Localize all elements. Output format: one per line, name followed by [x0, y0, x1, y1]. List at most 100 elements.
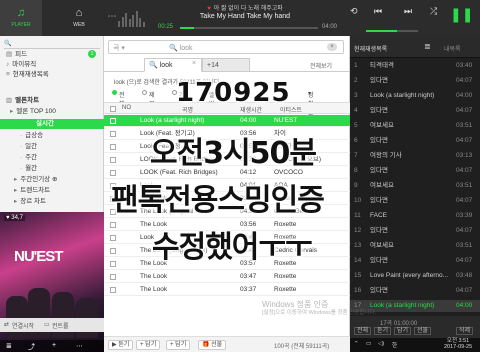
gift-button[interactable]: 🎁 선물	[198, 340, 227, 350]
song-artist[interactable]: NU'EST	[274, 115, 344, 127]
sidebar-item-trend[interactable]: ▸ 트렌드차트	[14, 186, 50, 195]
table-row[interactable]: The Look 03:37 Roxette	[104, 284, 350, 296]
playlist-item-title[interactable]: 있다면	[370, 195, 450, 207]
playlist-delete-button[interactable]: 삭제	[456, 327, 474, 335]
filter-title[interactable]: 제목	[142, 90, 155, 108]
next-icon[interactable]: ⏭	[404, 6, 412, 17]
volume-slider[interactable]	[366, 30, 418, 32]
tray-arrow-icon[interactable]: ⌃	[354, 341, 359, 347]
playlist-item[interactable]: 2 있다면 04:07	[350, 75, 480, 87]
playlist-item[interactable]: 13 여보세요 03:51	[350, 240, 480, 252]
col-no[interactable]: NO	[122, 105, 131, 111]
sidebar-item-weekly[interactable]: · 주간	[20, 153, 37, 162]
sidebar-item-mymusic[interactable]: ♪ 마이뮤직	[6, 60, 36, 69]
playlist-item-title[interactable]: 있다면	[370, 225, 450, 237]
filter-all[interactable]: 전체	[112, 90, 125, 108]
row-checkbox[interactable]	[110, 287, 116, 293]
ime-icon[interactable]: 한	[392, 341, 397, 349]
playlist-item[interactable]: 4 있다면 04:07	[350, 105, 480, 117]
clear-search-icon[interactable]: ×	[327, 43, 337, 51]
song-title[interactable]: The Look	[140, 284, 236, 296]
playlist-item-title[interactable]: 티격태격	[370, 60, 450, 72]
search-input[interactable]: 🔍 look	[169, 44, 193, 52]
playlist-item-title[interactable]: FACE	[370, 210, 450, 222]
sidebar-item-daily[interactable]: · 일간	[20, 142, 37, 151]
sidebar-item-weekly-popular[interactable]: ▸ 주간인기상 ⊕	[14, 175, 57, 184]
row-checkbox[interactable]	[110, 118, 116, 124]
search-scope-select[interactable]: 곡 ▾	[113, 43, 125, 53]
table-row[interactable]: Look (a starlight night) 04:00 NU'EST	[104, 115, 350, 127]
playlist-gift-button[interactable]: 선물	[414, 327, 432, 335]
row-checkbox[interactable]	[110, 157, 116, 163]
select-all-checkbox[interactable]	[110, 106, 116, 112]
playlist-item[interactable]: 11 FACE 03:39	[350, 210, 480, 222]
tab-now-playing[interactable]: 현재재생목록	[354, 44, 387, 53]
lyrics-icon[interactable]: ≣	[6, 342, 12, 350]
playlist-item[interactable]: 6 있다면 04:07	[350, 135, 480, 147]
list-view-icon[interactable]: ≣	[424, 42, 431, 51]
playlist-item-title[interactable]: 여왕의 기사	[370, 150, 450, 162]
sidebar-item-monthly[interactable]: · 월간	[20, 164, 37, 173]
sidebar-search[interactable]: 🔍	[4, 40, 100, 49]
sidebar-item-chart[interactable]: ▥ 멜론차트	[6, 96, 39, 105]
web-mode-button[interactable]: ⌂ WEB	[58, 0, 100, 36]
sidebar-item-realtime[interactable]: 실시간	[0, 119, 104, 129]
playlist-select-all-button[interactable]: 전체	[354, 327, 372, 335]
row-checkbox[interactable]	[110, 274, 116, 280]
playlist-item-title[interactable]: Look (a starlight night)	[370, 90, 450, 102]
playlist-item[interactable]: 15 Love Paint (every afterno... 03:48	[350, 270, 480, 282]
row-checkbox[interactable]	[110, 248, 116, 254]
playlist-item[interactable]: 12 있다면 04:07	[350, 225, 480, 237]
heart-icon[interactable]: ♥	[207, 6, 211, 12]
playlist-item-title[interactable]: 여보세요	[370, 120, 450, 132]
playlist-item-title[interactable]: 있다면	[370, 135, 450, 147]
more-icon[interactable]: ⋯	[105, 11, 119, 25]
add-icon[interactable]: +	[52, 342, 56, 349]
pause-icon[interactable]: ❚❚	[450, 6, 473, 23]
playlist-item[interactable]: 7 여왕의 기사 03:13	[350, 150, 480, 162]
playlist-item[interactable]: 9 여보세요 03:51	[350, 180, 480, 192]
playlist-play-button[interactable]: 듣기	[374, 327, 392, 335]
sort-select[interactable]: 정확도순 ▾	[308, 90, 314, 126]
playlist-item[interactable]: 8 있다면 04:07	[350, 165, 480, 177]
playlist-item-title[interactable]: Love Paint (every afterno...	[370, 270, 450, 282]
row-checkbox[interactable]	[110, 131, 116, 137]
playlist-item[interactable]: 5 여보세요 03:51	[350, 120, 480, 132]
volume-icon[interactable]: ◁)	[378, 341, 384, 347]
more-icon[interactable]: ⋯	[76, 342, 83, 350]
share-icon[interactable]: ⤴	[28, 342, 35, 352]
add-button[interactable]: + 담기	[136, 340, 161, 350]
shuffle-icon[interactable]: ⤮	[430, 6, 437, 17]
connect-label[interactable]: 연결시작	[12, 321, 34, 330]
sidebar-item-rising[interactable]: · 급상승	[20, 131, 43, 140]
player-mode-button[interactable]: ♫ PLAYER	[0, 0, 42, 36]
row-checkbox[interactable]	[110, 261, 116, 267]
close-tab-icon[interactable]: ×	[192, 60, 196, 67]
equalizer-icon[interactable]	[118, 9, 146, 27]
progress-bar[interactable]	[180, 27, 318, 29]
song-artist[interactable]: Roxette	[274, 271, 344, 283]
sidebar-item-top100[interactable]: ▸ 멜론 TOP 100	[10, 107, 56, 116]
sidebar-item-nowplaying[interactable]: ≡ 현재재생목록	[6, 70, 49, 79]
playlist-item[interactable]: 16 있다면 04:07	[350, 285, 480, 297]
song-title[interactable]: Look (a starlight night)	[140, 115, 236, 127]
play-button[interactable]: ▶ 듣기	[108, 340, 134, 350]
playlist-item-title[interactable]: 있다면	[370, 75, 450, 87]
prev-icon[interactable]: ⏮	[374, 6, 382, 17]
playlist-item[interactable]: 3 Look (a starlight night) 04:00	[350, 90, 480, 102]
playlist-item-title[interactable]: 여보세요	[370, 240, 450, 252]
playlist-item-title[interactable]: 있다면	[370, 105, 450, 117]
album-like-count[interactable]: ♥ 34,7	[4, 215, 25, 221]
tab-more[interactable]: +14	[202, 58, 250, 72]
remote-icon[interactable]: ▭	[44, 321, 50, 328]
playlist-item[interactable]: 10 있다면 04:07	[350, 195, 480, 207]
put-button[interactable]: + 담기	[166, 340, 191, 350]
remote-label[interactable]: 컨트롤	[52, 321, 69, 330]
table-row[interactable]: The Look 03:47 Roxette	[104, 271, 350, 283]
playlist-item-title[interactable]: 있다면	[370, 165, 450, 177]
sidebar-item-feed[interactable]: ▤ 피드	[6, 50, 27, 59]
playlist-item-title[interactable]: Look (a starlight night)	[370, 300, 450, 312]
song-artist[interactable]: Roxette	[274, 284, 344, 296]
sidebar-item-genre[interactable]: ▸ 장르 차트	[14, 197, 46, 206]
connect-icon[interactable]: ⇄	[4, 321, 9, 328]
